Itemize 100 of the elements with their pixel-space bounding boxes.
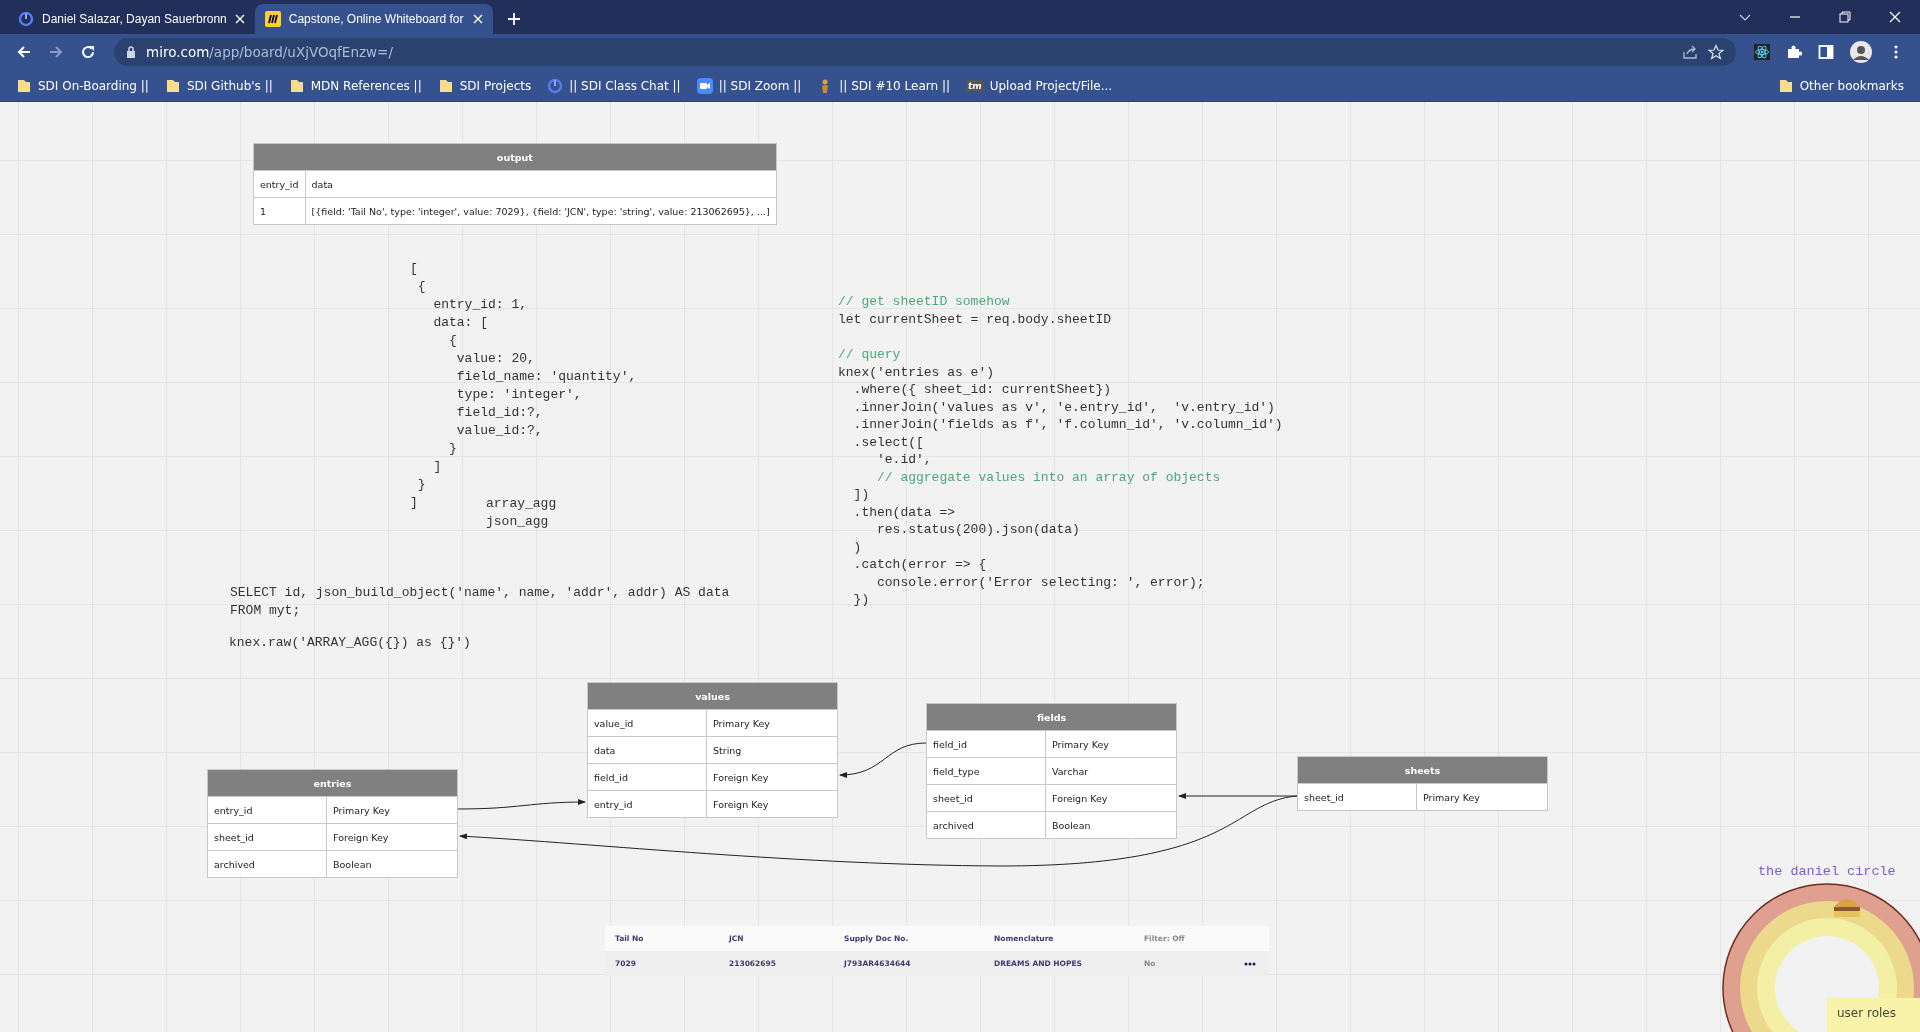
code-line: } — [416, 476, 426, 494]
camera-icon — [696, 77, 713, 94]
puzzle-icon[interactable] — [1786, 44, 1802, 60]
badge-icon: tm — [966, 79, 984, 92]
code-line: json_agg — [486, 513, 549, 531]
code-line: FROM myt; — [230, 602, 301, 620]
code-line: SELECT id, json_build_object('name', name, 'addr', addr) AS data — [230, 584, 730, 602]
code-line: .then(data => — [852, 503, 956, 521]
code-line: res.status(200).json(data) — [876, 521, 1080, 539]
code-line: .innerJoin('fields as f', 'f.column_id', 'v.column_id') — [852, 416, 1283, 434]
code-line: { — [448, 332, 457, 350]
close-icon[interactable] — [234, 14, 245, 24]
forward-icon[interactable] — [48, 44, 64, 60]
code-line: type: 'integer', — [455, 386, 582, 404]
table-cell: sheet_id — [207, 823, 327, 851]
table-cell: sheet_id — [926, 784, 1046, 812]
code-line: knex('entries as e') — [838, 363, 995, 381]
bookmark[interactable]: || SDI #10 Learn || — [809, 77, 958, 94]
code-line: { — [416, 278, 426, 296]
table-cell: archived — [926, 811, 1046, 839]
table-cell: Boolean — [1045, 811, 1177, 839]
code-line: .where({ sheet_id: currentSheet}) — [852, 381, 1112, 399]
atom-icon[interactable] — [1754, 44, 1770, 60]
ring-icon — [547, 77, 564, 94]
close-icon[interactable] — [472, 14, 483, 24]
table-cell: Boolean — [326, 850, 458, 878]
code-line: [ — [410, 260, 418, 278]
share-icon[interactable] — [1682, 44, 1698, 60]
table-cell: field_type — [926, 757, 1046, 785]
bookmark[interactable]: || SDI Zoom || — [688, 77, 810, 94]
reload-icon[interactable] — [80, 44, 96, 60]
table-cell: Foreign Key — [326, 823, 458, 851]
sidebar-icon[interactable] — [1818, 44, 1834, 60]
folder-icon — [437, 77, 454, 94]
bookmark[interactable]: SDI Github's || — [156, 77, 281, 94]
table-title: fields — [926, 703, 1177, 731]
table-cell: archived — [207, 850, 327, 878]
table-cell: data — [587, 736, 707, 764]
ring-icon — [18, 11, 34, 27]
logo-icon — [264, 11, 281, 27]
code-line: value: 20, — [455, 350, 535, 368]
code-line: let currentSheet = req.body.sheetID — [838, 310, 1112, 328]
table-cell: Varchar — [1045, 757, 1177, 785]
code-line: field_name: 'quantity', — [455, 368, 637, 386]
table-cell: data — [305, 170, 777, 198]
table-cell: Foreign Key — [1045, 784, 1177, 812]
folder-icon — [164, 77, 181, 94]
table-cell: Primary Key — [1416, 783, 1548, 811]
new-tab-icon[interactable] — [506, 12, 521, 26]
table-title: sheets — [1297, 756, 1548, 784]
address-bar[interactable]: miro.com/app/board/uXjVOqfEnzw=/ — [114, 38, 1736, 66]
code-line: } — [448, 440, 457, 458]
bookmark[interactable]: SDI Projects — [429, 77, 540, 94]
circle-label: the daniel circle — [1758, 864, 1896, 879]
code-line: data: [ — [432, 314, 488, 332]
code-line: }) — [852, 591, 870, 609]
more-icon[interactable] — [1244, 961, 1256, 966]
code-line: value_id:?, — [455, 422, 543, 440]
sticky-note: user roles — [1827, 998, 1920, 1032]
table-cell: 1 — [253, 197, 306, 225]
table-cell: [{field: 'Tail No', type: 'integer', value: 7029}, {field: 'JCN', type: 'string', value: 213062695}, ...] — [305, 197, 777, 225]
folder-icon — [288, 77, 305, 94]
restore-icon[interactable] — [1839, 11, 1851, 23]
back-icon[interactable] — [16, 44, 32, 60]
browser-tab[interactable]: Capstone, Online Whiteboard for — [254, 4, 493, 34]
bookmark[interactable]: MDN References || — [280, 77, 430, 94]
folder-icon — [16, 77, 32, 94]
code-line: .innerJoin('values as v', 'e.entry_id', 'v.entry_id') — [852, 398, 1275, 416]
code-line: ) — [852, 538, 862, 556]
code-line: ] — [410, 494, 418, 512]
table-title: entries — [207, 769, 458, 797]
bookmark[interactable]: tm Upload Project/File... — [958, 78, 1121, 93]
code-comment: // aggregate values into an array of objects — [876, 468, 1221, 486]
table-cell: Primary Key — [326, 796, 458, 824]
avatar-icon[interactable] — [1850, 41, 1872, 63]
star-icon[interactable] — [1708, 44, 1724, 60]
code-line: knex.raw('ARRAY_AGG({}) as {}') — [229, 634, 471, 652]
code-line: console.error('Error selecting: ', error); — [876, 573, 1205, 591]
bookmark[interactable]: SDI On-Boarding || — [8, 77, 157, 94]
table-cell: Foreign Key — [706, 790, 838, 818]
code-line: array_agg — [486, 495, 557, 513]
table-cell: field_id — [587, 763, 707, 791]
table-cell: sheet_id — [1297, 783, 1417, 811]
code-line: ] — [432, 458, 442, 476]
code-line: 'e.id', — [876, 451, 932, 469]
close-icon[interactable] — [1889, 11, 1901, 23]
table-cell: Primary Key — [706, 709, 838, 737]
table-cell: entry_id — [253, 170, 306, 198]
bookmark[interactable]: || SDI Class Chat || — [539, 77, 689, 94]
browser-tab[interactable]: Daniel Salazar, Dayan Sauerbronn — [8, 4, 255, 34]
code-line: field_id:?, — [455, 404, 543, 422]
table-cell: field_id — [926, 730, 1046, 758]
table-title: values — [587, 682, 838, 710]
code-line: .select([ — [852, 433, 924, 451]
table-cell: String — [706, 736, 838, 764]
table-title: output — [253, 143, 777, 171]
table-cell: Foreign Key — [706, 763, 838, 791]
bookmark-folder[interactable]: Other bookmarks — [1769, 77, 1912, 94]
table-cell: entry_id — [587, 790, 707, 818]
code-comment: // query — [838, 346, 901, 364]
